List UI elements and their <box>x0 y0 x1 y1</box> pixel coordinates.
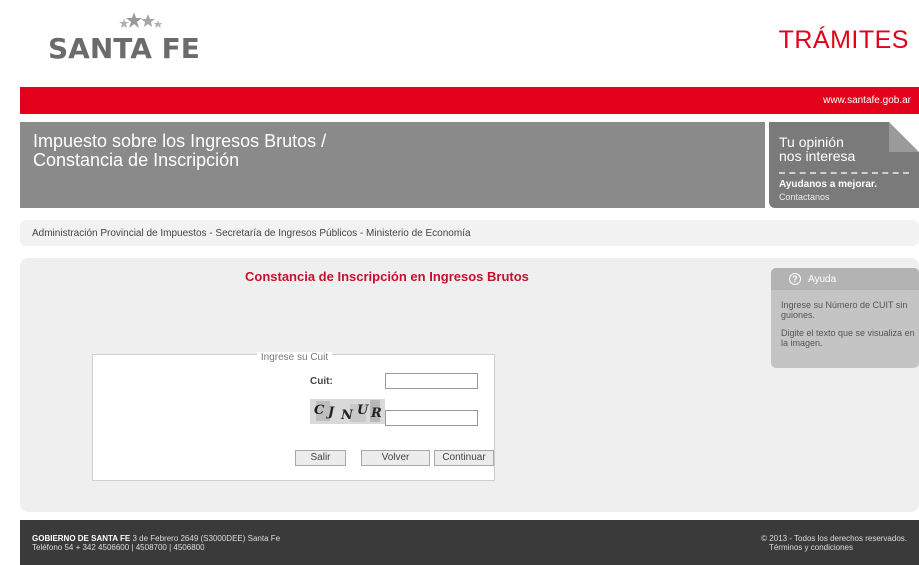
feedback-box[interactable]: Tu opinión nos interesa Ayudanos a mejor… <box>769 122 919 208</box>
help-header: ? Ayuda <box>771 268 919 290</box>
santa-fe-logo[interactable]: SANTA FE <box>48 10 208 68</box>
help-title: Ayuda <box>808 274 837 285</box>
page-title-line2: Constancia de Inscripción <box>33 150 240 170</box>
form-heading: Constancia de Inscripción en Ingresos Br… <box>245 269 529 284</box>
fieldset-legend-text: Ingrese su Cuit <box>256 352 333 363</box>
breadcrumb-text: Administración Provincial de Impuestos -… <box>32 228 471 239</box>
captcha-char: J <box>328 405 335 420</box>
salir-button[interactable]: Salir <box>295 450 346 466</box>
captcha-char: U <box>357 403 369 418</box>
footer-address-text: 3 de Febrero 2649 (S3000DEE) Santa Fe <box>130 534 281 543</box>
footer-address: GOBIERNO DE SANTA FE 3 de Febrero 2649 (… <box>32 534 280 543</box>
contact-link[interactable]: Contactanos <box>779 192 830 202</box>
footer: GOBIERNO DE SANTA FE 3 de Febrero 2649 (… <box>20 520 919 565</box>
top-red-bar: www.santafe.gob.ar <box>20 87 919 114</box>
help-text-cuit: Ingrese su Número de CUIT sin guiones. <box>781 300 908 320</box>
cuit-input[interactable] <box>385 373 478 389</box>
help-panel: ? Ayuda Ingrese su Número de CUIT sin gu… <box>771 268 919 368</box>
page-title-banner: Impuesto sobre los Ingresos Brutos / Con… <box>20 122 765 208</box>
footer-org: GOBIERNO DE SANTA FE <box>32 534 131 543</box>
cuit-label: Cuit: <box>310 376 333 387</box>
main-panel: Constancia de Inscripción en Ingresos Br… <box>20 258 919 512</box>
captcha-image: C J N U R <box>310 399 385 424</box>
logo-wordmark: SANTA FE <box>48 32 200 65</box>
cuit-fieldset: Ingrese su Cuit Cuit: C J N U R Salir Vo… <box>92 352 495 481</box>
page-fold-icon <box>889 122 919 152</box>
page-title-line1: Impuesto sobre los Ingresos Brutos / <box>33 131 327 151</box>
feedback-line1: Tu opinión <box>779 134 844 150</box>
question-icon: ? <box>789 273 801 285</box>
captcha-input[interactable] <box>385 410 478 426</box>
footer-phone: Teléfono 54 + 342 4506600 | 4508700 | 45… <box>32 543 205 552</box>
footer-copyright: © 2013 - Todos los derechos reservados. <box>761 534 907 543</box>
feedback-line2: nos interesa <box>779 148 856 164</box>
volver-button[interactable]: Volver <box>361 450 430 466</box>
fieldset-legend: Ingrese su Cuit <box>93 347 496 365</box>
continuar-button[interactable]: Continuar <box>434 450 494 466</box>
feedback-divider <box>779 172 909 174</box>
captcha-char: C <box>314 403 325 418</box>
captcha-char: N <box>341 408 353 423</box>
breadcrumb: Administración Provincial de Impuestos -… <box>20 220 919 246</box>
site-url-link[interactable]: www.santafe.gob.ar <box>823 95 911 106</box>
terms-link[interactable]: Términos y condiciones <box>769 543 853 552</box>
help-text-captcha: Digite el texto que se visualiza en la i… <box>781 328 915 348</box>
section-title: TRÁMITES <box>778 26 909 54</box>
feedback-cta: Ayudanos a mejorar. <box>779 179 877 190</box>
captcha-char: R <box>371 406 382 421</box>
